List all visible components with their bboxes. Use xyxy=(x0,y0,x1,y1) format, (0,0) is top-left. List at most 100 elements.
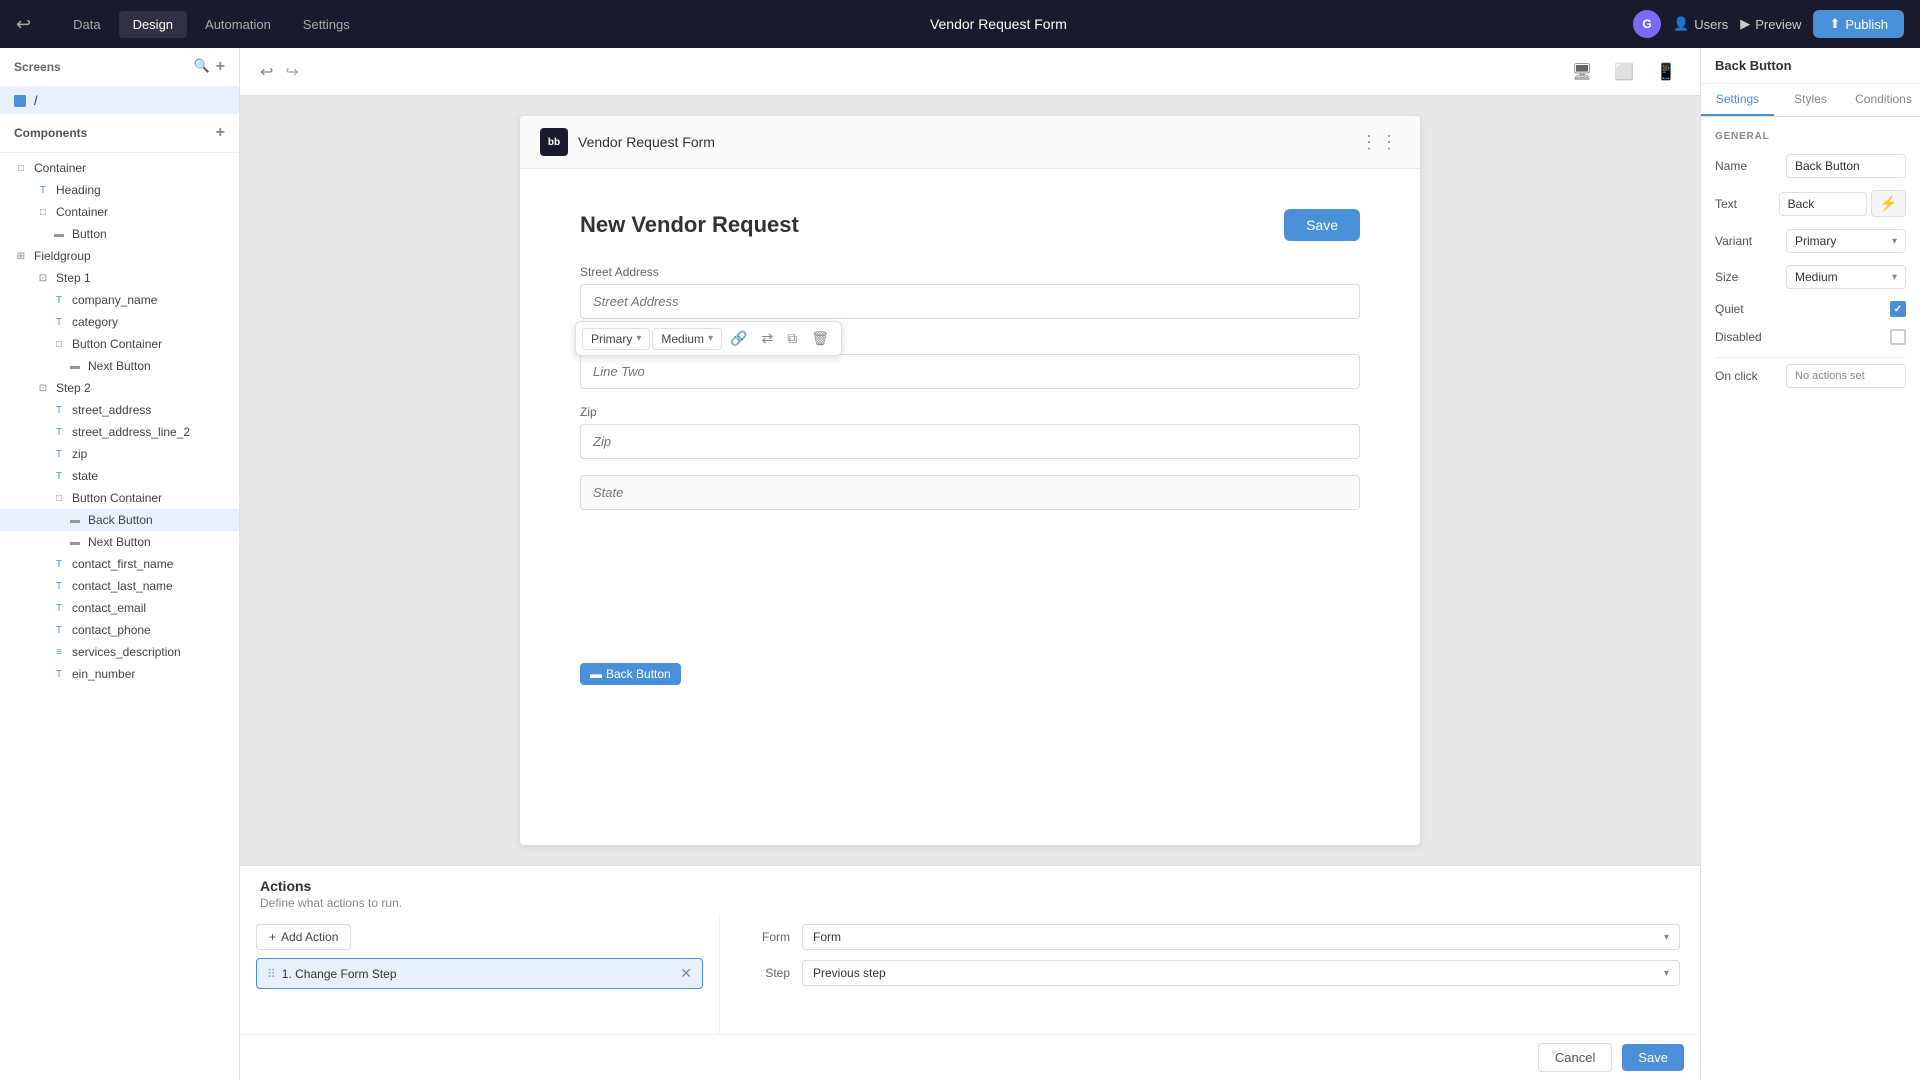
quiet-checkbox[interactable]: ✓ xyxy=(1890,301,1906,317)
nav-tab-automation[interactable]: Automation xyxy=(191,11,285,38)
undo-button[interactable]: ↩ xyxy=(256,60,277,84)
nav-tab-data[interactable]: Data xyxy=(59,11,114,38)
tab-settings[interactable]: Settings xyxy=(1701,84,1774,116)
tree-item-heading[interactable]: T Heading xyxy=(0,179,239,201)
mobile-view-button[interactable]: 📱 xyxy=(1648,58,1684,86)
tree-item-step1[interactable]: ⊡ Step 1 xyxy=(0,267,239,289)
tree-item-button-container-0[interactable]: □ Button Container xyxy=(0,333,239,355)
tablet-view-button[interactable]: ⬜ xyxy=(1606,58,1642,86)
tree-item-category[interactable]: T category xyxy=(0,311,239,333)
actions-footer: Cancel Save xyxy=(240,1034,1700,1080)
zip-icon: T xyxy=(52,447,66,461)
screen-name: / xyxy=(34,93,38,108)
size-dropdown[interactable]: Medium ▾ xyxy=(1786,265,1906,289)
nav-tab-design[interactable]: Design xyxy=(119,11,187,38)
tree-item-contact-email[interactable]: T contact_email xyxy=(0,597,239,619)
tree-item-street-address-2[interactable]: T street_address_line_2 xyxy=(0,421,239,443)
preview-button[interactable]: ▶ Preview xyxy=(1740,16,1801,32)
toolbar-copy-icon[interactable]: ⧉ xyxy=(781,326,803,351)
input-state[interactable] xyxy=(580,475,1360,510)
tree-item-services[interactable]: ≡ services_description xyxy=(0,641,239,663)
form-logo: bb xyxy=(540,128,568,156)
tree-item-state[interactable]: T state xyxy=(0,465,239,487)
back-btn-icon: ▬ xyxy=(68,513,82,527)
text-input[interactable] xyxy=(1779,192,1867,216)
tree-label: Step 2 xyxy=(56,381,91,395)
view-buttons: 🖥 ⬜ 📱 xyxy=(1564,58,1684,86)
divider xyxy=(1715,357,1906,358)
cancel-button[interactable]: Cancel xyxy=(1538,1043,1612,1072)
size-select[interactable]: Medium ▾ xyxy=(652,328,722,350)
back-button-chip[interactable]: ▬ Back Button xyxy=(580,663,681,685)
redo-button[interactable]: ↪ xyxy=(281,60,302,84)
onclick-value[interactable]: No actions set xyxy=(1786,364,1906,388)
canvas-wrapper: bb Vendor Request Form ⋮⋮ New Vendor Req… xyxy=(240,96,1700,1080)
tree-item-container-0[interactable]: □ Container xyxy=(0,157,239,179)
toolbar-shuffle-icon[interactable]: ⇄ xyxy=(756,326,780,351)
tree-item-container-1[interactable]: □ Container xyxy=(0,201,239,223)
action-item-close-icon[interactable]: ✕ xyxy=(680,965,692,982)
actions-left: + Add Action ⠿ 1. Change Form Step ✕ xyxy=(240,914,720,1034)
name-input[interactable] xyxy=(1786,154,1906,178)
contact-email-icon: T xyxy=(52,601,66,615)
tree-item-button-container-1[interactable]: □ Button Container xyxy=(0,487,239,509)
input-street-address[interactable] xyxy=(580,284,1360,319)
tree-item-company-name[interactable]: T company_name xyxy=(0,289,239,311)
size-chevron: ▾ xyxy=(708,333,713,344)
form-dropdown[interactable]: Form ▾ xyxy=(802,924,1680,950)
tree-item-next-btn-0[interactable]: ▬ Next Button xyxy=(0,355,239,377)
tree-item-contact-last[interactable]: T contact_last_name xyxy=(0,575,239,597)
next-btn-icon-0: ▬ xyxy=(68,359,82,373)
form-title-text: Vendor Request Form xyxy=(578,134,715,150)
right-panel-title: Back Button xyxy=(1715,58,1792,73)
toolbar-delete-icon[interactable]: 🗑 xyxy=(805,326,835,351)
tree-item-ein[interactable]: T ein_number xyxy=(0,663,239,685)
variant-select[interactable]: Primary ▾ xyxy=(582,328,650,350)
step-field-row: Step Previous step ▾ xyxy=(740,960,1680,986)
tree-item-contact-phone[interactable]: T contact_phone xyxy=(0,619,239,641)
tree-item-step2[interactable]: ⊡ Step 2 xyxy=(0,377,239,399)
right-panel-header: Back Button xyxy=(1701,48,1920,84)
action-item-change-form-step[interactable]: ⠿ 1. Change Form Step ✕ xyxy=(256,958,703,989)
disabled-checkbox[interactable] xyxy=(1890,329,1906,345)
tree-label: zip xyxy=(72,447,87,461)
lightning-button[interactable]: ⚡ xyxy=(1871,190,1906,217)
tree-item-next-btn-1[interactable]: ▬ Next Button xyxy=(0,531,239,553)
tree-label: Fieldgroup xyxy=(34,249,91,263)
field-zip: Zip xyxy=(580,405,1360,459)
nav-tab-settings[interactable]: Settings xyxy=(289,11,364,38)
name-prop-row: Name xyxy=(1715,154,1906,178)
tree-item-street-address[interactable]: T street_address xyxy=(0,399,239,421)
search-icon[interactable]: 🔍 xyxy=(193,58,209,76)
actions-save-button[interactable]: Save xyxy=(1622,1044,1684,1071)
tree-item-zip[interactable]: T zip xyxy=(0,443,239,465)
tab-styles[interactable]: Styles xyxy=(1774,84,1847,116)
form-dots-icon[interactable]: ⋮⋮ xyxy=(1360,132,1400,153)
back-chip-icon: ▬ xyxy=(590,667,602,681)
tree-item-contact-first[interactable]: T contact_first_name xyxy=(0,553,239,575)
add-component-icon[interactable]: + xyxy=(216,124,225,142)
add-action-button[interactable]: + Add Action xyxy=(256,924,351,950)
variant-dropdown[interactable]: Primary ▾ xyxy=(1786,229,1906,253)
tree-item-button-0[interactable]: ▬ Button xyxy=(0,223,239,245)
tree-item-back-button[interactable]: ▬ Back Button xyxy=(0,509,239,531)
screen-dot xyxy=(14,95,26,107)
tab-conditions[interactable]: Conditions xyxy=(1847,84,1920,116)
undo-redo: ↩ ↪ xyxy=(256,60,303,84)
form-save-button[interactable]: Save xyxy=(1284,209,1360,241)
input-line-two[interactable] xyxy=(580,354,1360,389)
step-dropdown[interactable]: Previous step ▾ xyxy=(802,960,1680,986)
desktop-view-button[interactable]: 🖥 xyxy=(1564,58,1600,86)
input-zip[interactable] xyxy=(580,424,1360,459)
publish-button[interactable]: ⬆ Publish xyxy=(1813,10,1904,38)
users-button[interactable]: 👤 Users xyxy=(1673,16,1728,32)
add-screen-icon[interactable]: + xyxy=(216,58,225,76)
tree-label: contact_phone xyxy=(72,623,151,637)
back-icon[interactable]: ↩ xyxy=(16,14,31,35)
screen-item[interactable]: / xyxy=(0,87,239,114)
text-prop-row: Text ⚡ xyxy=(1715,190,1906,217)
toolbar-link-icon[interactable]: 🔗 xyxy=(724,326,753,351)
variant-prop-label: Variant xyxy=(1715,234,1752,248)
tree-item-fieldgroup[interactable]: ⊞ Fieldgroup xyxy=(0,245,239,267)
actions-panel: Actions Define what actions to run. + Ad… xyxy=(240,865,1700,1080)
